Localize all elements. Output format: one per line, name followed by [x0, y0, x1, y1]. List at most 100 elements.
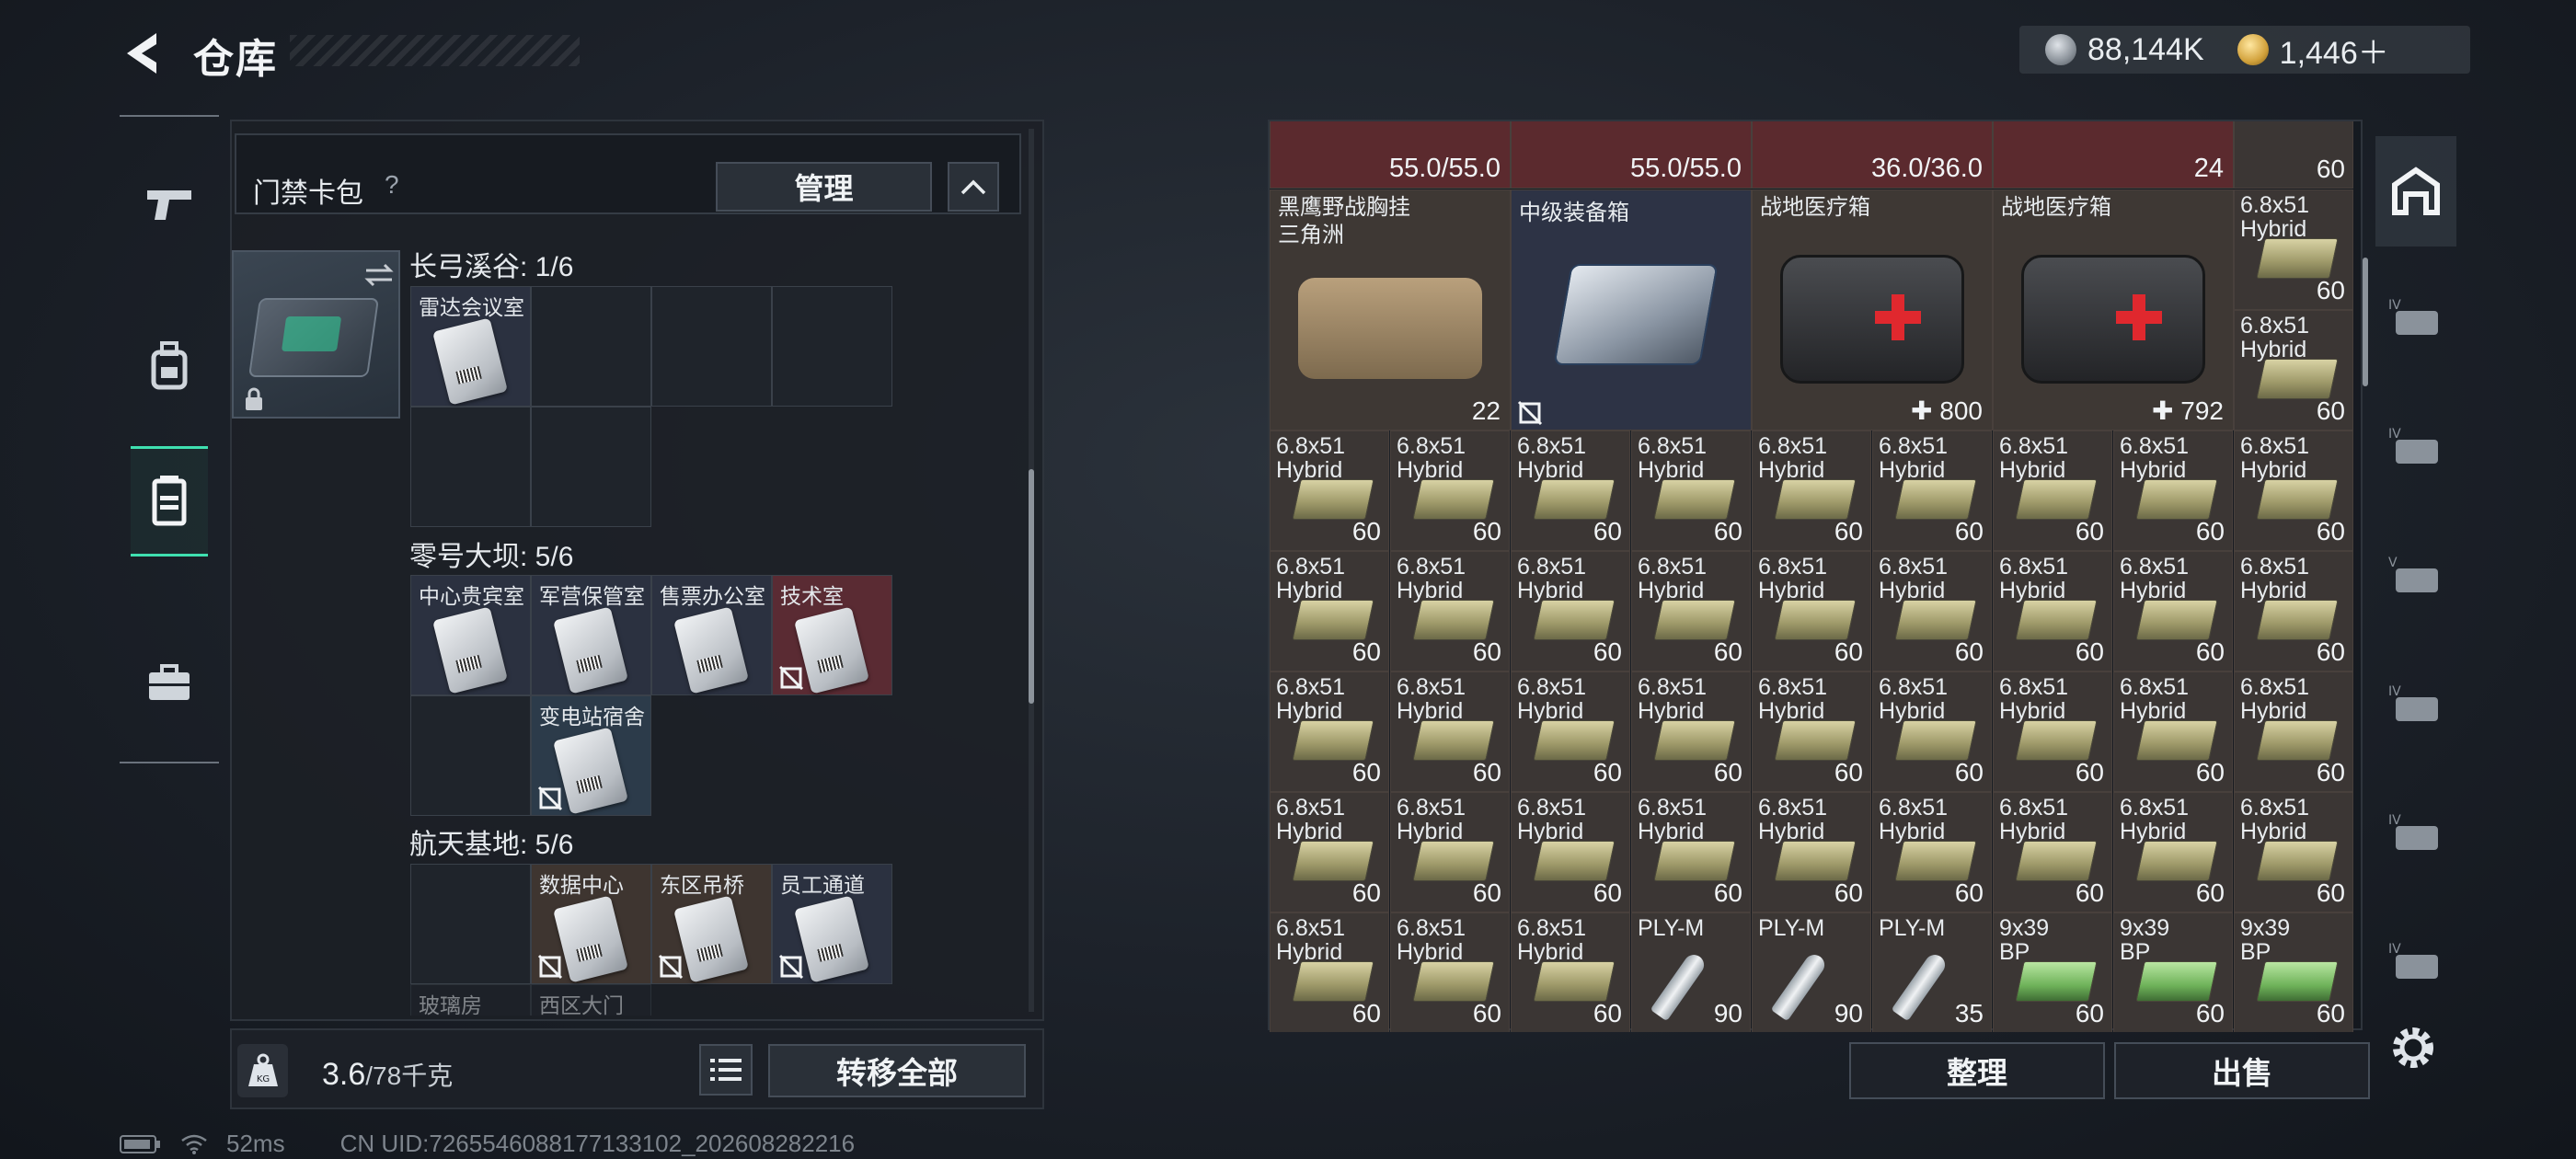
ammo-count: 60	[2195, 758, 2225, 786]
back-button[interactable]	[120, 29, 166, 77]
stash-ammo[interactable]: 6.8x51 Hybrid 60	[1993, 671, 2112, 792]
stash-ammo[interactable]: 6.8x51 Hybrid 60	[1631, 671, 1751, 792]
stash-ammo[interactable]: 6.8x51 Hybrid 60	[1390, 430, 1510, 551]
stash-ammo[interactable]: 6.8x51 Hybrid 60	[1390, 551, 1510, 671]
stash-ammo[interactable]: 6.8x51 Hybrid 60	[1270, 671, 1389, 792]
stash-ammo[interactable]: 9x39 BP 60	[2113, 912, 2233, 1032]
stash-item[interactable]: 36.0/36.0	[1752, 121, 1993, 189]
list-view-button[interactable]	[699, 1044, 753, 1096]
key-slot-filled[interactable]: 技术室	[772, 575, 892, 695]
stash-ammo[interactable]: 6.8x51 Hybrid 60	[1390, 912, 1510, 1032]
stash-ammo[interactable]: 6.8x51 Hybrid 60	[1631, 551, 1751, 671]
sell-button[interactable]: 出售	[2114, 1042, 2370, 1099]
key-slot-filled[interactable]: 数据中心	[531, 864, 651, 984]
stash-ammo[interactable]: 6.8x51 Hybrid 60	[1872, 551, 1992, 671]
stash-ammo[interactable]: 6.8x51 Hybrid 60	[1270, 792, 1389, 912]
stash-ammo[interactable]: 6.8x51 Hybrid 60	[1511, 671, 1630, 792]
tab-backpack[interactable]	[131, 310, 208, 420]
key-slot-filled[interactable]: 军营保管室	[531, 575, 651, 695]
stash-ammo[interactable]: 6.8x51 Hybrid 60	[1270, 551, 1389, 671]
stash-ammo[interactable]: 6.8x51 Hybrid 60	[1511, 430, 1630, 551]
rail-case-4[interactable]: IV	[2375, 648, 2456, 759]
stash-ammo[interactable]: 6.8x51 Hybrid 60	[2234, 430, 2353, 551]
stash-ammo[interactable]: 6.8x51 Hybrid 60	[2234, 189, 2353, 310]
stash-ammo[interactable]: 6.8x51 Hybrid 60	[1511, 912, 1630, 1032]
stash-ammo[interactable]: 6.8x51 Hybrid 60	[1752, 792, 1871, 912]
stash-item-vest[interactable]: 黑鹰野战胸挂 三角洲 22	[1270, 189, 1511, 430]
ammo-box-icon	[1894, 720, 1977, 761]
stash-scrollbar[interactable]	[2363, 258, 2368, 386]
key-slot-filled[interactable]: 变电站宿舍	[531, 695, 651, 816]
stash-ammo[interactable]: 6.8x51 Hybrid 60	[2234, 310, 2353, 430]
transfer-all-button[interactable]: 转移全部	[768, 1044, 1026, 1097]
stash-item[interactable]: 55.0/55.0	[1511, 121, 1752, 189]
stash-ammo[interactable]: 9x39 BP 60	[2234, 912, 2353, 1032]
rail-case-3[interactable]: V	[2375, 520, 2456, 630]
tab-weapons[interactable]	[131, 149, 208, 259]
key-slot-filled[interactable]: 售票办公室	[651, 575, 772, 695]
key-slot-filled[interactable]: 雷达会议室	[410, 286, 531, 407]
stash-ammo[interactable]: 6.8x51 Hybrid 60	[1390, 792, 1510, 912]
keycard-icon	[794, 606, 869, 694]
stash-ammo[interactable]: 6.8x51 Hybrid 60	[1872, 430, 1992, 551]
rail-case-2[interactable]: IV	[2375, 391, 2456, 501]
stash-item-medkit[interactable]: 战地医疗箱 ✚ 800	[1752, 189, 1993, 430]
ammo-count: 60	[2075, 999, 2104, 1027]
stash-ammo[interactable]: 6.8x51 Hybrid 60	[1631, 792, 1751, 912]
stash-ammo[interactable]: PLY-M 90	[1752, 912, 1871, 1032]
manage-button[interactable]: 管理	[716, 162, 932, 212]
key-slot-filled[interactable]: 员工通道	[772, 864, 892, 984]
stash-ammo[interactable]: 6.8x51 Hybrid 60	[1631, 430, 1751, 551]
stash-ammo[interactable]: 6.8x51 Hybrid 60	[1270, 912, 1389, 1032]
stash-ammo[interactable]: 6.8x51 Hybrid 60	[1390, 671, 1510, 792]
stash-item[interactable]: 60	[2234, 121, 2353, 189]
stash-ammo[interactable]: 6.8x51 Hybrid 60	[1993, 551, 2112, 671]
stash-ammo[interactable]: PLY-M 90	[1631, 912, 1751, 1032]
stash-ammo[interactable]: 6.8x51 Hybrid 60	[2113, 430, 2233, 551]
stash-ammo[interactable]: PLY-M 35	[1872, 912, 1992, 1032]
ammo-name: 6.8x51 Hybrid	[1517, 433, 1587, 483]
currency-bar[interactable]: 88,144K 1,446＋	[2019, 26, 2470, 74]
collapse-button[interactable]	[948, 162, 999, 212]
help-icon[interactable]: ?	[385, 170, 399, 200]
rail-case-1[interactable]: IV	[2375, 262, 2456, 373]
stash-ammo[interactable]: 6.8x51 Hybrid 60	[1872, 671, 1992, 792]
tab-equipment-case[interactable]	[131, 627, 208, 738]
stash-ammo[interactable]: 6.8x51 Hybrid 60	[2234, 792, 2353, 912]
keybag-scrollbar[interactable]	[1029, 469, 1034, 704]
stash-ammo[interactable]: 6.8x51 Hybrid 60	[1511, 551, 1630, 671]
stash-item-medkit[interactable]: 战地医疗箱 ✚ 792	[1993, 189, 2234, 430]
stash-ammo[interactable]: 6.8x51 Hybrid 60	[1752, 551, 1871, 671]
rail-stash-tab[interactable]	[2375, 136, 2456, 247]
sort-button[interactable]: 整理	[1849, 1042, 2105, 1099]
key-slot-filled[interactable]: 东区吊桥	[651, 864, 772, 984]
key-slot-partial[interactable]: 玻璃房	[410, 984, 531, 1016]
key-slot-partial[interactable]: 西区大门	[531, 984, 651, 1016]
stash-ammo[interactable]: 6.8x51 Hybrid 60	[1872, 792, 1992, 912]
stash-item[interactable]: 24	[1993, 121, 2234, 189]
stash-ammo[interactable]: 6.8x51 Hybrid 60	[1752, 671, 1871, 792]
stash-ammo[interactable]: 6.8x51 Hybrid 60	[1752, 430, 1871, 551]
stash-ammo[interactable]: 6.8x51 Hybrid 60	[1993, 792, 2112, 912]
ammo-name: 6.8x51 Hybrid	[2120, 554, 2190, 603]
keycard-icon	[794, 895, 869, 983]
settings-button[interactable]	[2385, 1019, 2442, 1076]
rail-case-5[interactable]: IV	[2375, 777, 2456, 888]
stash-ammo[interactable]: 6.8x51 Hybrid 60	[2113, 792, 2233, 912]
stash-ammo[interactable]: 6.8x51 Hybrid 60	[2113, 551, 2233, 671]
tab-keybag[interactable]	[131, 446, 208, 557]
stash-ammo[interactable]: 6.8x51 Hybrid 60	[2113, 671, 2233, 792]
rail-case-6[interactable]: IV	[2375, 906, 2456, 1016]
stash-ammo[interactable]: 6.8x51 Hybrid 60	[1993, 430, 2112, 551]
stash-ammo[interactable]: 6.8x51 Hybrid 60	[1511, 792, 1630, 912]
stash-ammo[interactable]: 6.8x51 Hybrid 60	[2234, 671, 2353, 792]
stash-ammo[interactable]: 9x39 BP 60	[1993, 912, 2112, 1032]
key-slot-filled[interactable]: 中心贵宾室	[410, 575, 531, 695]
stash-item[interactable]: 55.0/55.0	[1270, 121, 1511, 189]
stash-ammo[interactable]: 6.8x51 Hybrid 60	[1270, 430, 1389, 551]
stash-ammo[interactable]: 6.8x51 Hybrid 60	[2234, 551, 2353, 671]
stash-item-case[interactable]: 中级装备箱	[1511, 189, 1752, 430]
ammo-box-icon	[1292, 479, 1374, 520]
keybag-item[interactable]	[232, 250, 400, 419]
ammo-count: 60	[1472, 999, 1501, 1027]
